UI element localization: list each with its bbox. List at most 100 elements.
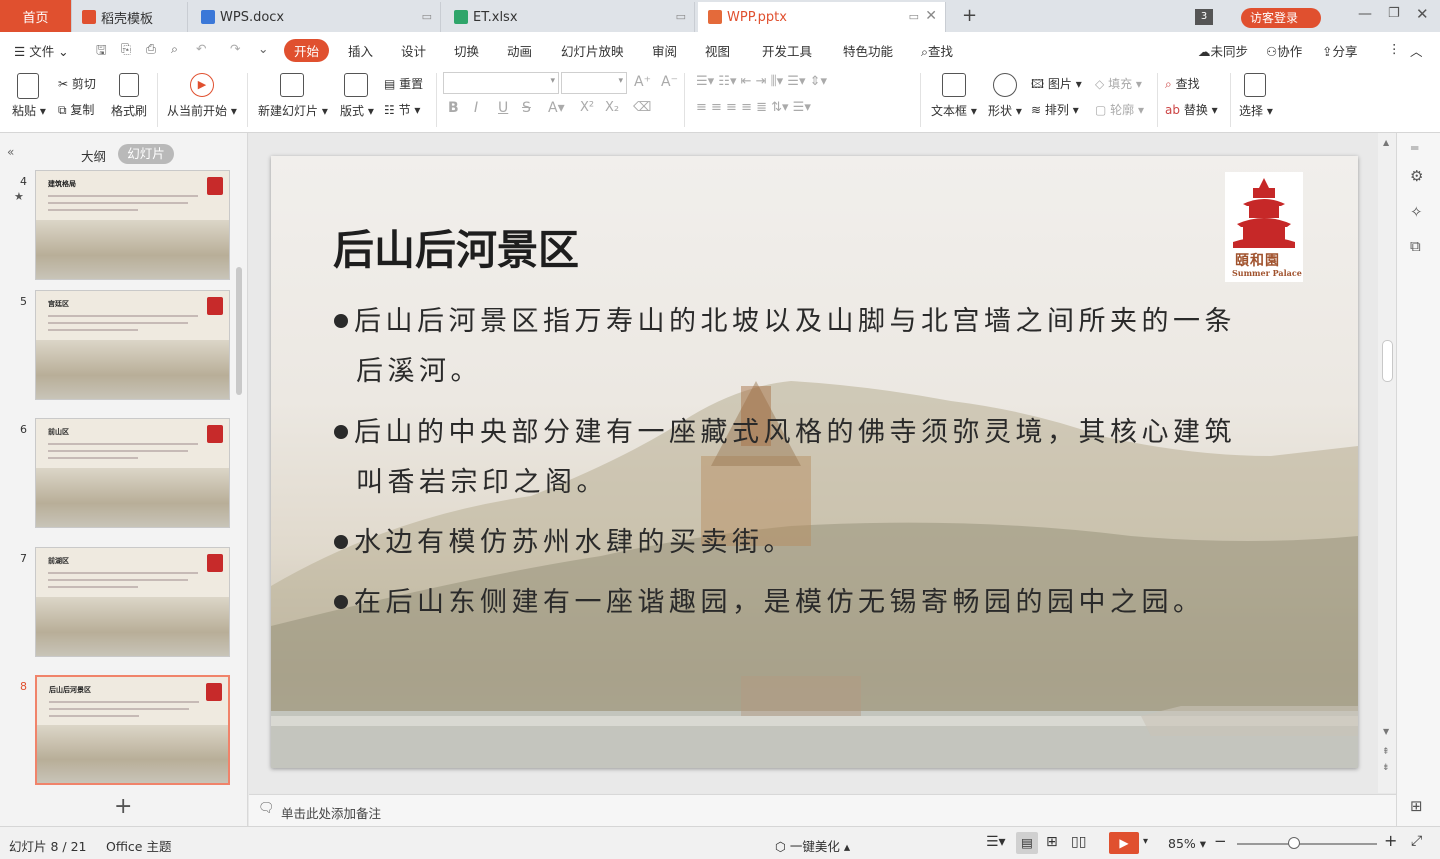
scroll-thumb[interactable]	[1382, 340, 1393, 382]
textbox-button[interactable]: 文本框 ▾	[931, 102, 977, 119]
play-icon[interactable]: ▶	[190, 73, 214, 97]
minimize-icon[interactable]: —	[1358, 6, 1372, 22]
layout-icon[interactable]	[344, 73, 368, 97]
save-icon[interactable]: 🖫	[96, 41, 107, 62]
grid-view-icon[interactable]: ⊞	[1410, 797, 1423, 815]
bold-icon[interactable]: B	[448, 100, 459, 116]
section-button[interactable]: ☷ 节 ▾	[384, 101, 420, 118]
share-button[interactable]: ⇪分享	[1322, 41, 1358, 60]
menu-insert[interactable]: 插入	[348, 41, 373, 60]
menu-review[interactable]: 审阅	[652, 41, 677, 60]
close-tab-icon[interactable]: ✕	[925, 8, 937, 24]
tab-et-xlsx[interactable]: ET.xlsx ▭	[444, 2, 695, 32]
font-family-select[interactable]: ▾	[443, 72, 559, 94]
window-count-badge[interactable]: 3	[1195, 9, 1213, 25]
slide-canvas[interactable]: 頤和園 Summer Palace 后山后河景区 后山后河景区指万寿山的北坡以及…	[271, 156, 1358, 768]
font-color-icon[interactable]: A▾	[548, 100, 565, 116]
login-button[interactable]: 访客登录	[1241, 8, 1321, 28]
tab-wpp-pptx[interactable]: WPP.pptx ▭ ✕	[698, 2, 946, 32]
scroll-up-icon[interactable]: ▲	[1383, 138, 1389, 147]
export-icon[interactable]: ⎘	[121, 41, 131, 57]
vertical-scrollbar[interactable]: ▲ ▼ ⇞ ⇟	[1378, 133, 1396, 793]
menu-view[interactable]: 视图	[705, 41, 730, 60]
undo-icon[interactable]: ↶	[196, 41, 206, 56]
tab-docer[interactable]: 稻壳模板	[72, 2, 188, 32]
layout-button[interactable]: 版式 ▾	[340, 102, 374, 119]
backup-icon[interactable]: ⧉	[1410, 237, 1421, 255]
print-preview-icon[interactable]: ⌕	[171, 41, 178, 57]
menu-devtools[interactable]: 开发工具	[762, 41, 812, 60]
sorter-view-icon[interactable]: ⊞	[1046, 834, 1058, 850]
window-restore-icon[interactable]: ▭	[909, 10, 919, 23]
menu-file[interactable]: ☰ 文件 ⌄	[14, 41, 69, 60]
slide-title[interactable]: 后山后河景区	[333, 216, 579, 276]
magic-star-icon[interactable]: ✧	[1410, 203, 1423, 221]
tab-outline[interactable]: 大纲	[81, 146, 106, 165]
zoom-in-icon[interactable]: +	[1384, 831, 1397, 850]
strikethrough-icon[interactable]: S	[522, 100, 531, 116]
format-painter-button[interactable]: 格式刷	[111, 102, 147, 119]
underline-icon[interactable]: U	[498, 100, 508, 116]
bullet-4[interactable]: 在后山东侧建有一座谐趣园，是模仿无锡寄畅园的园中之园。	[334, 578, 1294, 628]
window-restore-icon[interactable]: ▭	[676, 10, 686, 23]
new-slide-icon[interactable]	[280, 73, 304, 97]
bullet-1[interactable]: 后山后河景区指万寿山的北坡以及山脚与北宫墙之间所夹的一条 后溪河。	[334, 297, 1294, 397]
replace-button[interactable]: ab 替换 ▾	[1165, 101, 1218, 118]
paste-button[interactable]: 粘贴 ▾	[12, 102, 46, 119]
outline-button[interactable]: ▢ 轮廓 ▾	[1095, 101, 1144, 118]
sidebar-handle-icon[interactable]: ═	[1411, 141, 1418, 155]
window-restore-icon[interactable]: ▭	[422, 10, 432, 23]
menu-slideshow[interactable]: 幻灯片放映	[561, 41, 624, 60]
bullet-2[interactable]: 后山的中央部分建有一座藏式风格的佛寺须弥灵境，其核心建筑 叫香岩宗印之阁。	[334, 408, 1294, 508]
select-icon[interactable]	[1244, 73, 1266, 97]
bullet-3[interactable]: 水边有模仿苏州水肆的买卖街。	[334, 518, 1294, 568]
menu-transition[interactable]: 切换	[454, 41, 479, 60]
notes-toggle-icon[interactable]: ☰▾	[986, 834, 1006, 850]
prev-slide-icon[interactable]: ⇞	[1382, 747, 1390, 757]
from-current-button[interactable]: 从当前开始 ▾	[167, 102, 237, 119]
close-window-icon[interactable]: ✕	[1416, 5, 1429, 23]
maximize-icon[interactable]: ❐	[1388, 6, 1400, 21]
collapse-panel-icon[interactable]: «	[7, 145, 14, 159]
superscript-icon[interactable]: X²	[580, 100, 594, 115]
paragraph-align-icon[interactable]: ≡ ≡ ≡ ≡ ≣ ⇅▾ ☰▾	[696, 100, 811, 115]
slide-thumbnail[interactable]: 前山区	[35, 418, 230, 528]
reset-button[interactable]: ▤ 重置	[384, 75, 423, 92]
new-tab-icon[interactable]: +	[962, 5, 977, 26]
collapse-ribbon-icon[interactable]: ︿	[1410, 41, 1423, 60]
redo-icon[interactable]: ↷	[230, 41, 240, 56]
italic-icon[interactable]: I	[474, 100, 478, 116]
menu-design[interactable]: 设计	[401, 41, 426, 60]
tab-slides[interactable]: 幻灯片	[118, 144, 174, 164]
shrink-font-icon[interactable]: A⁻	[661, 74, 678, 90]
beautify-button[interactable]: ⬡ 一键美化 ▴	[775, 836, 850, 855]
more-icon[interactable]: ⋮	[1388, 41, 1401, 56]
zoom-out-icon[interactable]: −	[1214, 832, 1227, 850]
zoom-level[interactable]: 85% ▾	[1168, 836, 1206, 851]
next-slide-icon[interactable]: ⇟	[1382, 763, 1390, 773]
font-size-select[interactable]: ▾	[561, 72, 627, 94]
tab-wps-doc[interactable]: WPS.docx ▭	[191, 2, 441, 32]
sync-status[interactable]: ☁未同步	[1198, 41, 1248, 60]
clear-format-icon[interactable]: ⌫	[633, 100, 651, 115]
add-slide-icon[interactable]: +	[114, 794, 132, 819]
theme-name[interactable]: Office 主题	[106, 836, 171, 855]
textbox-icon[interactable]	[942, 73, 966, 97]
panel-scrollbar[interactable]	[236, 267, 242, 395]
menu-special[interactable]: 特色功能	[843, 41, 893, 60]
adjust-settings-icon[interactable]: ⚙	[1410, 167, 1423, 185]
cut-button[interactable]: ✂ 剪切	[58, 75, 96, 92]
collab-button[interactable]: ⚇协作	[1266, 41, 1302, 60]
zoom-slider-track[interactable]	[1237, 843, 1377, 845]
notes-pane[interactable]: 🗨 单击此处添加备注	[249, 794, 1396, 826]
customize-chevron-icon[interactable]: ⌄	[258, 41, 268, 56]
menu-start[interactable]: 开始	[284, 39, 330, 62]
reading-view-icon[interactable]: ▯▯	[1071, 834, 1086, 850]
slide-thumbnail[interactable]: 前湖区	[35, 547, 230, 657]
new-slide-button[interactable]: 新建幻灯片 ▾	[258, 102, 328, 119]
arrange-button[interactable]: ≋ 排列 ▾	[1031, 101, 1079, 118]
grow-font-icon[interactable]: A⁺	[634, 74, 651, 90]
slide-thumbnail[interactable]: 宫廷区	[35, 290, 230, 400]
notes-placeholder[interactable]: 单击此处添加备注	[281, 803, 381, 822]
find-button[interactable]: ⌕ 查找	[1165, 75, 1200, 92]
